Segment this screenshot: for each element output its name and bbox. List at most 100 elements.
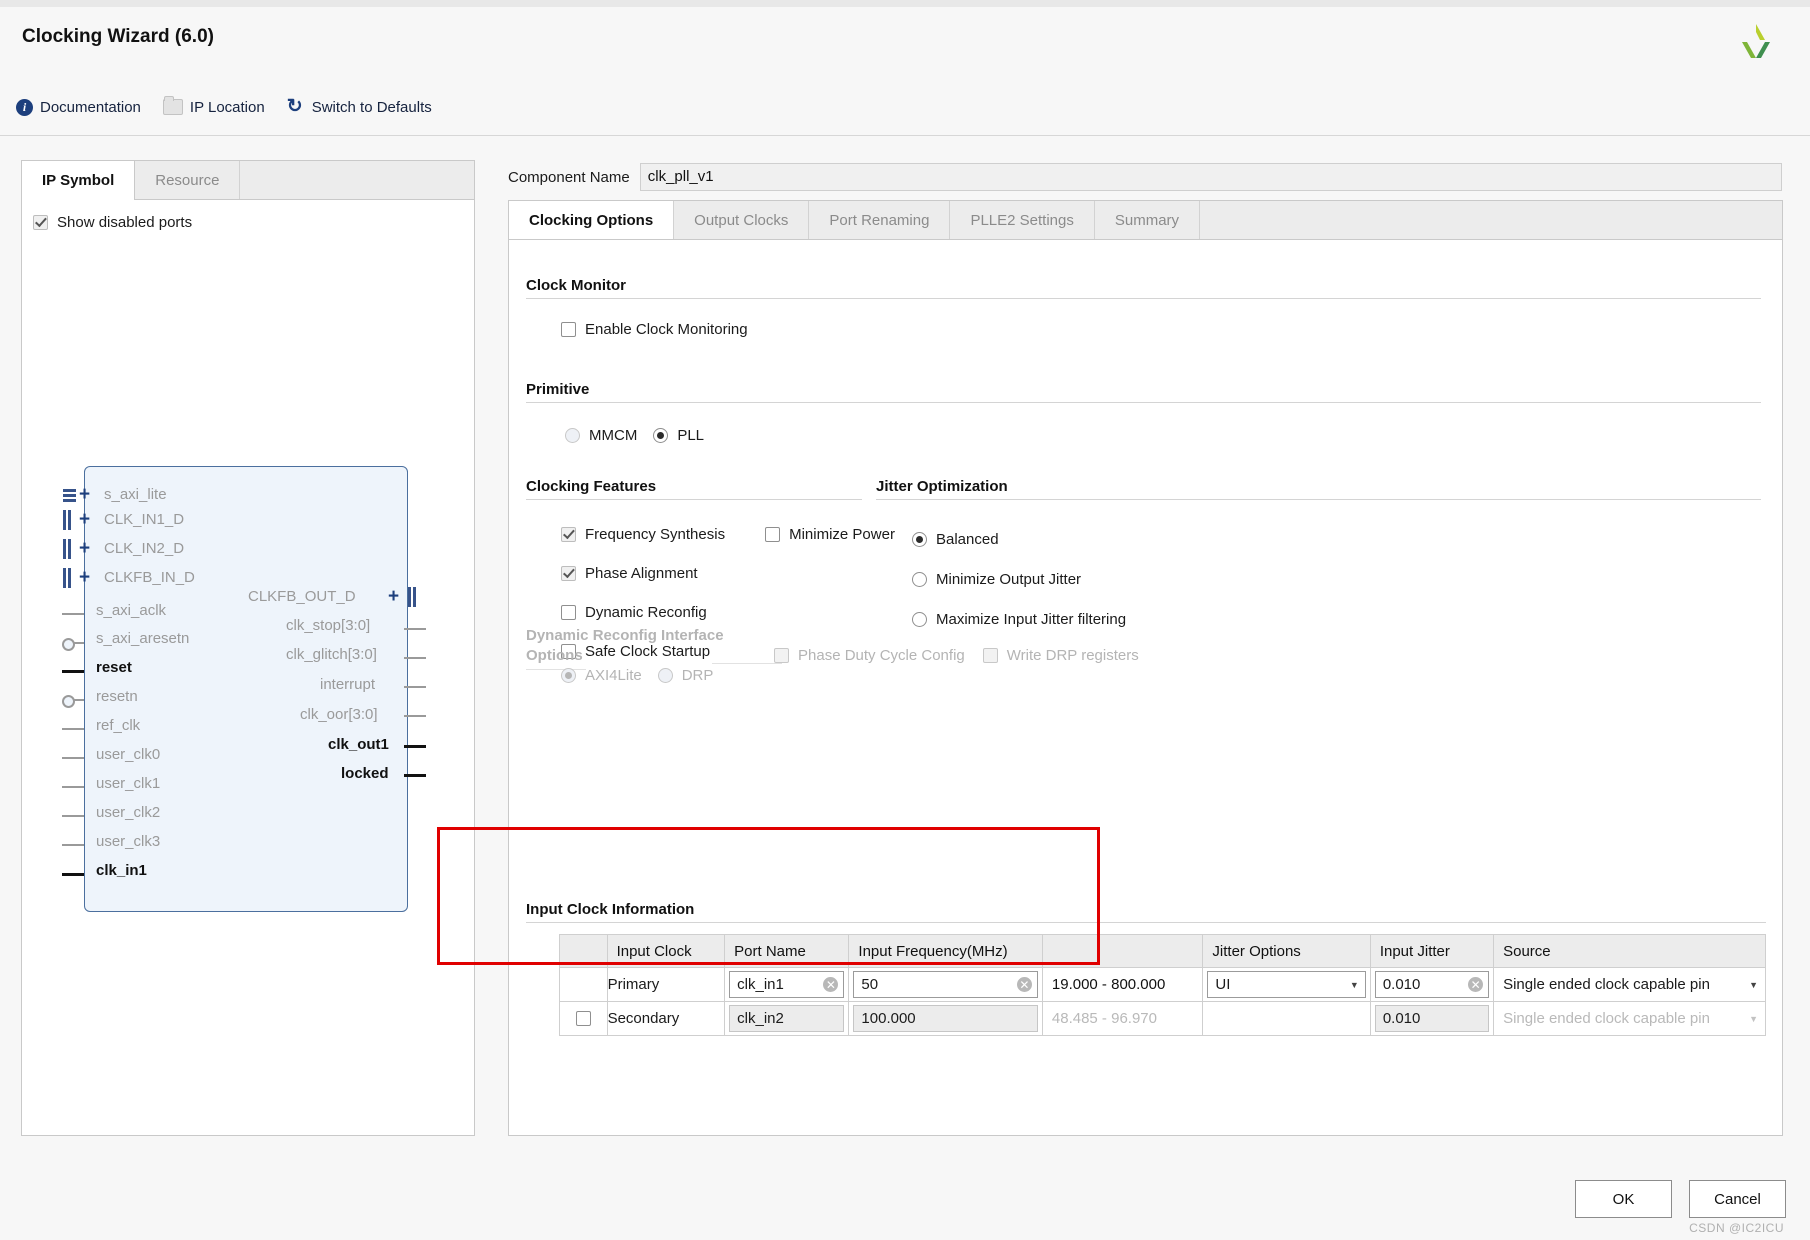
primary-input-jitter-input[interactable]: 0.010 ✕	[1374, 971, 1490, 998]
settings-tabstrip: Clocking Options Output Clocks Port Rena…	[509, 201, 1782, 240]
dynamic-reconfig-checkbox[interactable]	[561, 605, 576, 620]
balanced-row[interactable]: Balanced	[912, 531, 1126, 548]
secondary-input-jitter-value: 0.010	[1382, 1010, 1421, 1027]
wire-clk-oor	[404, 715, 426, 717]
xilinx-logo-icon	[1734, 20, 1778, 64]
row-secondary-frequency-cell: 100.000	[848, 1001, 1043, 1036]
write-drp-registers-checkbox[interactable]	[982, 648, 998, 663]
frequency-synthesis-checkbox[interactable]	[561, 527, 576, 542]
pin-s_axi_lite: s_axi_lite	[104, 486, 167, 503]
input-clock-information-section: Input Clock Information Input Clock Port…	[526, 901, 1766, 1036]
switch-to-defaults-action[interactable]: ↻ Switch to Defaults	[287, 97, 432, 116]
dynamic-reconfig-row[interactable]: Dynamic Reconfig	[561, 604, 895, 621]
tab-ip-symbol[interactable]: IP Symbol	[22, 161, 136, 200]
bubble-s-axi-aresetn-icon	[62, 638, 75, 651]
enable-clock-monitoring-label: Enable Clock Monitoring	[585, 321, 748, 338]
page-title: Clocking Wizard (6.0)	[22, 26, 214, 47]
dynamic-reconfig-interface-title: Dynamic Reconfig Interface Options	[526, 627, 724, 665]
pll-radio[interactable]	[653, 428, 669, 443]
clock-monitor-section: Clock Monitor Enable Clock Monitoring	[526, 277, 1761, 338]
clocking-features-rule	[526, 499, 862, 500]
row-primary-input-jitter-cell: 0.010 ✕	[1369, 967, 1495, 1002]
primitive-option-mmcm[interactable]: MMCM	[565, 427, 637, 444]
ip-location-action[interactable]: IP Location	[162, 96, 265, 116]
info-icon: i	[16, 98, 33, 116]
write-drp-registers-label: Write DRP registers	[1006, 647, 1139, 664]
tab-plle2-settings[interactable]: PLLE2 Settings	[950, 201, 1095, 239]
minimize-power-checkbox[interactable]	[765, 527, 781, 542]
wire-interrupt	[404, 686, 426, 688]
maximize-input-jitter-row[interactable]: Maximize Input Jitter filtering	[912, 611, 1126, 628]
tab-summary[interactable]: Summary	[1095, 201, 1201, 239]
chevron-down-icon: ▼	[1749, 1013, 1758, 1024]
row-primary-select-cell	[559, 967, 608, 1002]
expand-clk-in2-d-icon[interactable]: +	[79, 539, 90, 558]
phase-duty-cycle-config-checkbox[interactable]	[774, 648, 789, 663]
minimize-output-jitter-radio[interactable]	[912, 572, 927, 587]
documentation-action[interactable]: i Documentation	[16, 98, 141, 116]
phase-alignment-checkbox[interactable]	[561, 566, 576, 581]
maximize-input-jitter-radio[interactable]	[912, 612, 927, 627]
balanced-radio[interactable]	[912, 532, 927, 547]
secondary-enable-checkbox[interactable]	[575, 1011, 591, 1026]
pin-locked: locked	[341, 765, 389, 782]
axi4lite-radio[interactable]	[561, 668, 576, 683]
row-primary-frequency-cell: 50 ✕	[848, 967, 1043, 1002]
clear-icon[interactable]: ✕	[1468, 977, 1484, 992]
dynamic-reconfig-checks: Phase Duty Cycle Config Write DRP regist…	[774, 647, 1139, 664]
tab-clocking-options[interactable]: Clocking Options	[509, 201, 675, 239]
enable-clock-monitoring-checkbox[interactable]	[561, 322, 576, 337]
pin-user_clk3: user_clk3	[96, 833, 161, 850]
minimize-power-row[interactable]: Minimize Power	[765, 526, 895, 543]
maximize-input-jitter-label: Maximize Input Jitter filtering	[936, 611, 1127, 628]
mmcm-radio[interactable]	[565, 428, 580, 443]
dialog-footer: OK Cancel	[1575, 1180, 1786, 1218]
component-name-input[interactable]: clk_pll_v1	[639, 163, 1782, 191]
drp-row[interactable]: DRP	[657, 667, 713, 684]
pin-CLKFB_OUT_D: CLKFB_OUT_D	[248, 588, 356, 605]
cancel-button[interactable]: Cancel	[1689, 1180, 1786, 1218]
tab-output-clocks[interactable]: Output Clocks	[674, 201, 810, 239]
primary-input-frequency-input[interactable]: 50 ✕	[853, 971, 1038, 998]
show-disabled-ports-checkbox[interactable]	[33, 215, 48, 230]
col-input-clock: Input Clock	[606, 934, 726, 968]
tab-resource[interactable]: Resource	[135, 161, 241, 199]
primary-port-name-input[interactable]: clk_in1 ✕	[729, 971, 845, 998]
primitive-option-pll[interactable]: PLL	[653, 427, 704, 444]
wire-reset	[62, 670, 84, 673]
clear-icon[interactable]: ✕	[1016, 977, 1032, 992]
expand-clkfb-in-d-icon[interactable]: +	[79, 568, 90, 587]
minimize-output-jitter-row[interactable]: Minimize Output Jitter	[912, 571, 1126, 588]
clear-icon[interactable]: ✕	[823, 977, 839, 992]
drp-radio[interactable]	[657, 668, 673, 683]
secondary-input-frequency-input: 100.000	[853, 1005, 1038, 1032]
row-secondary-jitter-options-cell	[1202, 1001, 1371, 1036]
show-disabled-ports-row[interactable]: Show disabled ports	[33, 214, 474, 231]
expand-s-axi-lite-icon[interactable]: +	[79, 485, 90, 504]
row-secondary-source-cell: Single ended clock capable pin ▼	[1493, 1001, 1766, 1036]
enable-clock-monitoring-row[interactable]: Enable Clock Monitoring	[561, 321, 1761, 338]
pin-CLK_IN2_D: CLK_IN2_D	[104, 540, 185, 557]
axi4lite-row[interactable]: AXI4Lite	[561, 667, 642, 684]
write-drp-registers-row[interactable]: Write DRP registers	[982, 647, 1139, 664]
documentation-label: Documentation	[40, 98, 141, 116]
pin-user_clk0: user_clk0	[96, 746, 161, 763]
phase-alignment-row[interactable]: Phase Alignment	[561, 565, 895, 582]
phase-duty-cycle-config-row[interactable]: Phase Duty Cycle Config	[774, 647, 965, 664]
wire-s-axi-aclk	[62, 613, 84, 615]
primary-source-dropdown[interactable]: Single ended clock capable pin ▼	[1494, 969, 1765, 1000]
tab-port-renaming[interactable]: Port Renaming	[809, 201, 951, 239]
table-header-row: Input Clock Port Name Input Frequency(MH…	[559, 934, 1766, 968]
ok-button[interactable]: OK	[1575, 1180, 1672, 1218]
primary-jitter-options-dropdown[interactable]: UI ▼	[1207, 971, 1366, 998]
settings-tabstrip-filler	[1200, 201, 1782, 239]
col-select	[559, 934, 608, 968]
jitter-optimization-title: Jitter Optimization	[876, 478, 1008, 495]
expand-clkfb-out-d-icon[interactable]: +	[388, 587, 399, 606]
col-input-frequency: Input Frequency(MHz)	[848, 934, 1043, 968]
primary-port-name-value: clk_in1	[737, 976, 784, 993]
expand-clk-in1-d-icon[interactable]: +	[79, 510, 90, 529]
frequency-synthesis-row[interactable]: Frequency Synthesis	[561, 526, 725, 543]
wire-locked	[404, 774, 426, 777]
pin-user_clk1: user_clk1	[96, 775, 161, 792]
